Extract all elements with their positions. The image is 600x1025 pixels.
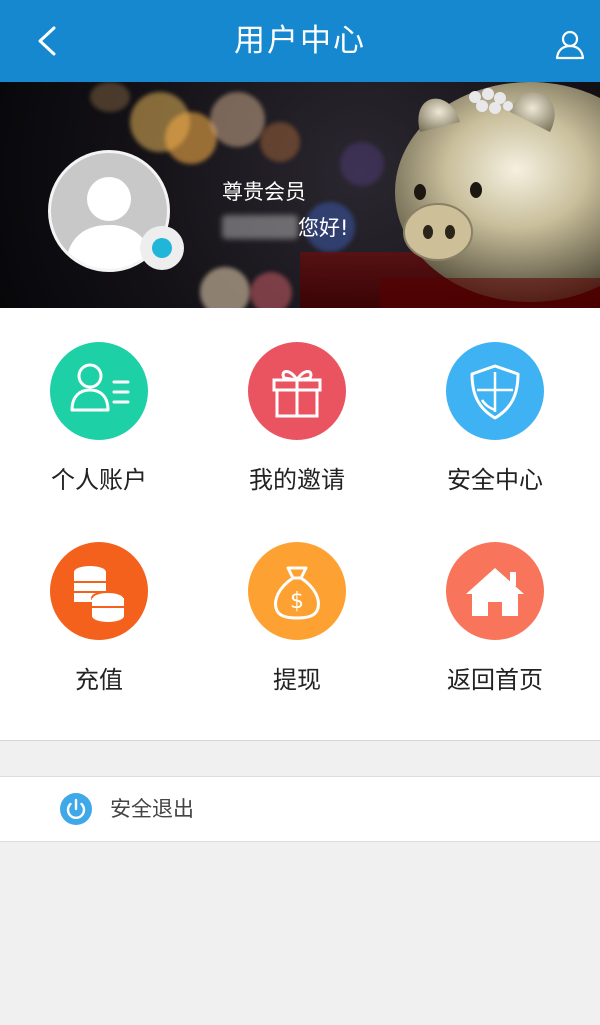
- member-level: 尊贵会员: [222, 180, 306, 204]
- bokeh-light: [340, 142, 384, 186]
- menu-back-home[interactable]: 返回首页: [396, 508, 596, 708]
- menu-grid: 个人账户 我的邀请 安全中心 充值 $ 提现 返回首页: [0, 308, 600, 741]
- piggy-bank-image: [380, 82, 600, 308]
- menu-my-invitation[interactable]: 我的邀请: [198, 308, 398, 508]
- personal-account-icon: [50, 342, 148, 440]
- gift-icon: [248, 342, 346, 440]
- menu-withdraw[interactable]: $ 提现: [198, 508, 398, 708]
- menu-label: 安全中心: [447, 466, 543, 494]
- bokeh-light: [200, 267, 250, 308]
- camera-lens: [152, 238, 172, 258]
- logout-label: 安全退出: [110, 797, 194, 821]
- coins-icon: [50, 542, 148, 640]
- menu-security-center[interactable]: 安全中心: [396, 308, 596, 508]
- bokeh-light: [250, 272, 292, 308]
- menu-label: 返回首页: [447, 666, 543, 694]
- svg-text:$: $: [290, 589, 304, 614]
- profile-banner: 尊贵会员 您好!: [0, 82, 600, 308]
- username-redacted: [222, 215, 298, 239]
- greeting-text: 您好!: [298, 216, 349, 240]
- bokeh-light: [90, 82, 130, 112]
- camera-icon[interactable]: [140, 226, 184, 270]
- menu-label: 提现: [273, 666, 321, 694]
- menu-label: 我的邀请: [249, 466, 345, 494]
- money-bag-icon: $: [248, 542, 346, 640]
- greeting-row: 您好!: [222, 212, 348, 244]
- bokeh-light: [260, 122, 300, 162]
- top-bar: 用户中心: [0, 0, 600, 82]
- bokeh-light: [210, 92, 265, 147]
- menu-label: 个人账户: [51, 466, 147, 494]
- user-icon[interactable]: [554, 28, 586, 60]
- menu-recharge[interactable]: 充值: [0, 508, 200, 708]
- menu-personal-account[interactable]: 个人账户: [0, 308, 200, 508]
- page-title: 用户中心: [234, 23, 366, 59]
- menu-label: 充值: [75, 666, 123, 694]
- shield-icon: [446, 342, 544, 440]
- home-icon: [446, 542, 544, 640]
- avatar-container: [48, 150, 184, 272]
- power-icon: [60, 793, 92, 825]
- logout-button[interactable]: 安全退出: [0, 776, 600, 842]
